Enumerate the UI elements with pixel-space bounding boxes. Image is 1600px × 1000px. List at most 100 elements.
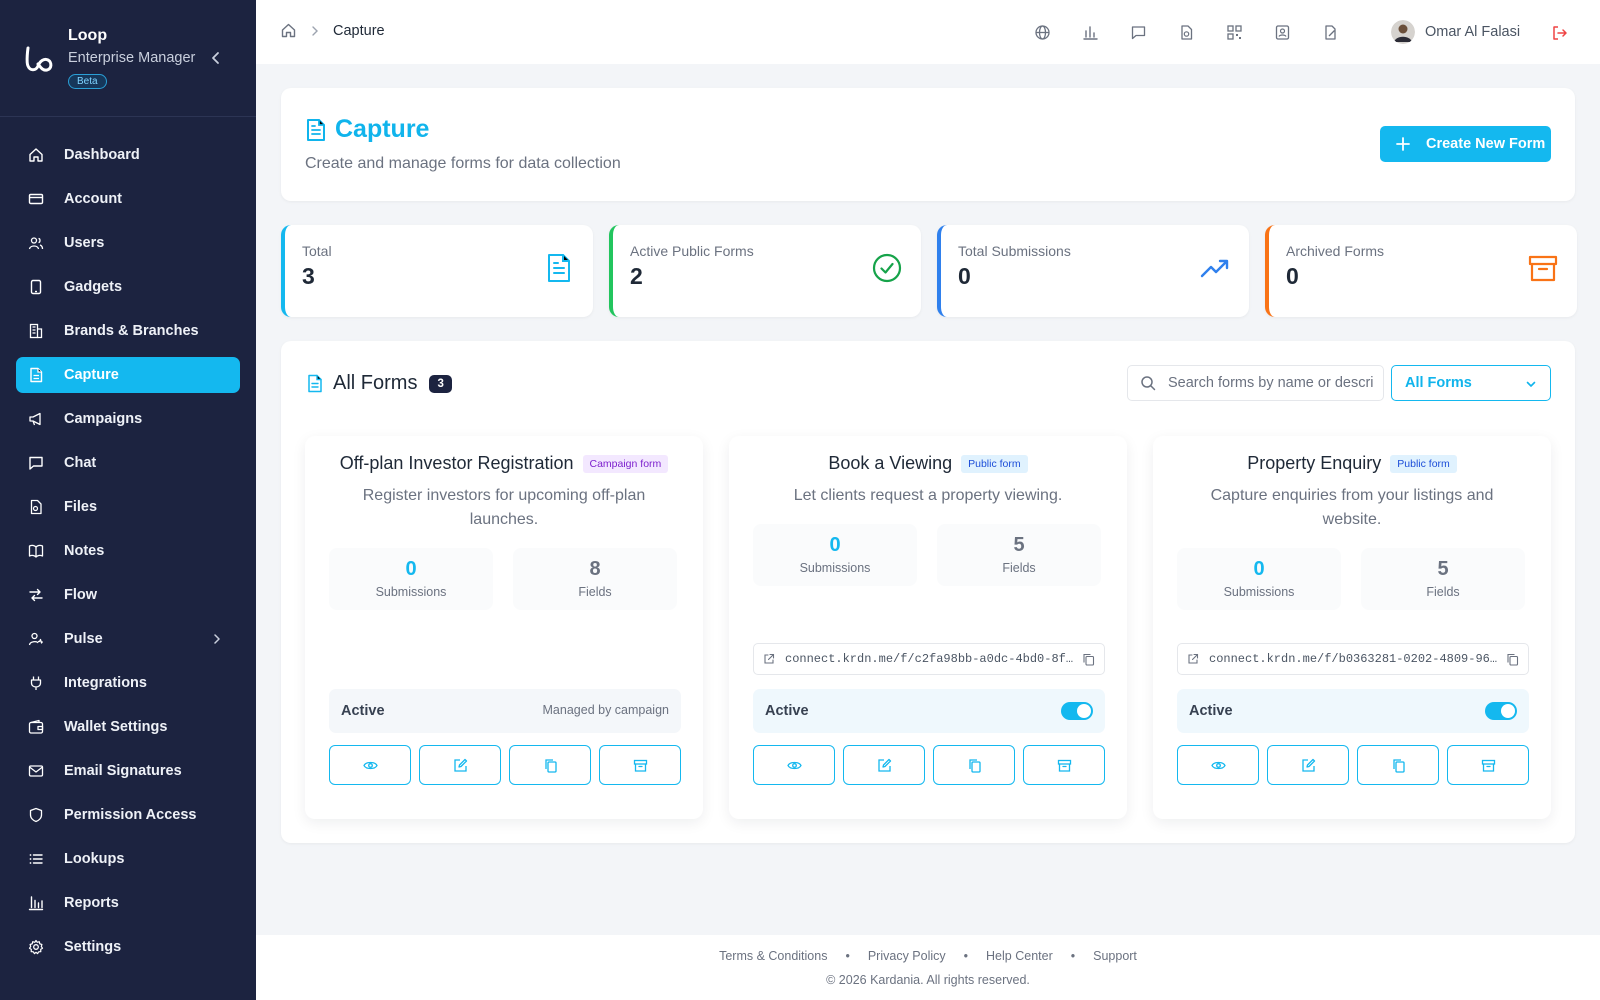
logout-icon[interactable] [1551,24,1569,42]
stat-card-total-submissions: Total Submissions 0 [937,225,1249,317]
archive-form-button[interactable] [1023,745,1105,785]
submissions-label: Submissions [799,561,871,575]
page-title: Capture [305,115,429,144]
copy-icon [968,758,981,773]
sidebar-item-brands-and-branches[interactable]: Brands & Branches [16,313,240,349]
stat-value: 2 [630,263,643,289]
status-label: Active [341,703,385,719]
pulse-user-icon [28,632,44,646]
bar-chart-icon[interactable] [1082,24,1099,41]
status-label: Active [765,703,809,719]
active-toggle[interactable] [1061,702,1093,720]
sidebar-item-integrations[interactable]: Integrations [16,665,240,701]
stat-card-total: Total 3 [281,225,593,317]
stat-value: 0 [1286,263,1299,289]
duplicate-form-button[interactable] [933,745,1015,785]
view-form-button[interactable] [753,745,835,785]
sidebar-item-users[interactable]: Users [16,225,240,261]
qr-code-icon[interactable] [1226,24,1243,41]
edit-form-button[interactable] [1267,745,1349,785]
contact-card-icon[interactable] [1274,24,1291,41]
sidebar-item-label: Files [64,499,98,515]
search-input[interactable] [1168,375,1373,391]
copy-link-icon[interactable] [1506,653,1519,666]
terms-link[interactable]: Terms & Conditions [719,949,827,963]
sidebar-item-gadgets[interactable]: Gadgets [16,269,240,305]
sidebar-item-email-signatures[interactable]: Email Signatures [16,753,240,789]
globe-icon[interactable] [1034,24,1051,41]
privacy-link[interactable]: Privacy Policy [868,949,946,963]
fields-count: 5 [1437,558,1449,580]
edit-document-icon[interactable] [1322,24,1339,41]
create-new-form-button[interactable]: Create New Form [1380,126,1551,162]
form-title: Off-plan Investor Registration [339,453,574,473]
sidebar-item-capture[interactable]: Capture [16,357,240,393]
footer: Terms & Conditions • Privacy Policy • He… [256,935,1600,1000]
view-form-button[interactable] [329,745,411,785]
file-sync-icon[interactable] [1178,24,1195,41]
stat-label: Total Submissions [958,243,1071,259]
form-type-badge: Public form [961,454,1028,473]
archive-form-button[interactable] [599,745,681,785]
view-form-button[interactable] [1177,745,1259,785]
active-toggle[interactable] [1485,702,1517,720]
sidebar-item-label: Capture [64,367,119,383]
public-link-box: connect.krdn.me/f/b0363281-0202-4809-96… [1177,643,1529,675]
form-type-badge: Campaign form [582,454,669,473]
submissions-count: 0 [1253,558,1265,580]
edit-form-button[interactable] [419,745,501,785]
forms-filter-select[interactable]: All Forms [1391,365,1551,401]
sidebar-item-account[interactable]: Account [16,181,240,217]
files-icon [30,499,42,515]
collapse-sidebar-icon[interactable] [208,50,224,66]
fields-count: 5 [1013,534,1025,556]
eye-icon [786,761,802,769]
fields-label: Fields [1426,585,1460,599]
sidebar-item-label: Gadgets [64,279,123,295]
brand-text: Loop Enterprise Manager Beta [68,26,195,89]
sidebar-item-notes[interactable]: Notes [16,533,240,569]
form-card: Book a Viewing Public form Let clients r… [729,436,1127,819]
form-card: Property Enquiry Public form Capture enq… [1153,436,1551,819]
edit-form-button[interactable] [843,745,925,785]
chat-icon[interactable] [1130,24,1147,41]
duplicate-form-button[interactable] [509,745,591,785]
page-subtitle: Create and manage forms for data collect… [305,155,621,172]
search-box [1127,365,1384,401]
form-description: Register investors for upcoming off-plan… [362,487,646,528]
sidebar-item-lookups[interactable]: Lookups [16,841,240,877]
all-forms-heading: All Forms 3 [307,372,452,395]
sidebar-item-files[interactable]: Files [16,489,240,525]
form-status-row: Active Managed by campaign [329,689,681,733]
trending-up-icon [1200,259,1229,278]
help-center-link[interactable]: Help Center [986,949,1053,963]
sidebar-item-label: Brands & Branches [64,323,199,339]
sidebar-item-chat[interactable]: Chat [16,445,240,481]
external-link-icon[interactable] [1187,653,1199,665]
sidebar-item-campaigns[interactable]: Campaigns [16,401,240,437]
home-icon[interactable] [280,22,297,39]
sidebar-item-settings[interactable]: Settings [16,929,240,965]
public-link-url[interactable]: connect.krdn.me/f/b0363281-0202-4809-96… [1209,652,1509,666]
archive-form-button[interactable] [1447,745,1529,785]
edit-icon [453,758,467,772]
external-link-icon[interactable] [763,653,775,665]
copy-link-icon[interactable] [1082,653,1095,666]
sidebar-item-reports[interactable]: Reports [16,885,240,921]
sidebar-item-label: Reports [64,895,119,911]
loop-logo-icon [25,46,53,72]
user-menu[interactable]: Omar Al Falasi [1391,20,1520,44]
sidebar-item-flow[interactable]: Flow [16,577,240,613]
public-link-url[interactable]: connect.krdn.me/f/c2fa98bb-a0dc-4bd0-8f… [785,652,1085,666]
duplicate-form-button[interactable] [1357,745,1439,785]
sidebar-item-dashboard[interactable]: Dashboard [16,137,240,173]
managed-by-campaign-note: Managed by campaign [542,703,669,717]
sidebar-item-pulse[interactable]: Pulse [16,621,240,657]
stat-label: Active Public Forms [630,243,754,259]
brand-subtitle: Enterprise Manager [68,50,196,66]
sidebar-item-label: Email Signatures [64,763,182,779]
sidebar-item-permission-access[interactable]: Permission Access [16,797,240,833]
sidebar-item-wallet-settings[interactable]: Wallet Settings [16,709,240,745]
page-title-text: Capture [335,115,430,143]
support-link[interactable]: Support [1093,949,1137,963]
